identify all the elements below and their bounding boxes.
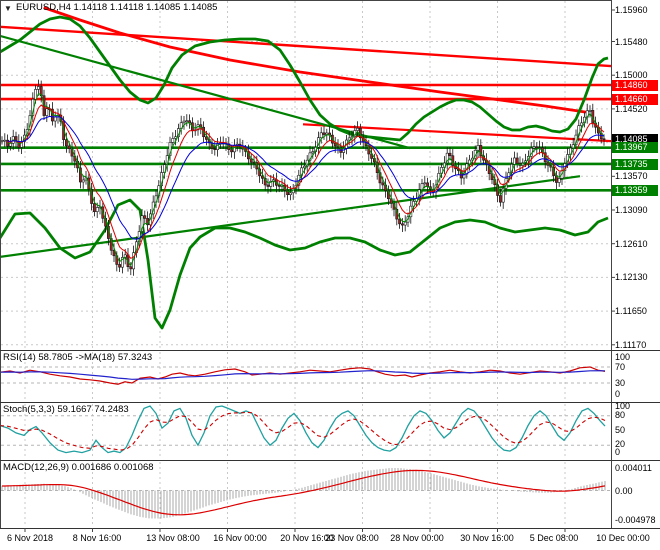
candle-body (381, 182, 385, 186)
candle-body (448, 152, 452, 157)
time-axis-label: 16 Nov 00:00 (213, 533, 267, 543)
candle-body (266, 184, 270, 187)
candle-body (213, 148, 217, 150)
trading-chart-window: ▼ EURUSD,H4 1.14118 1.14118 1.14085 1.14… (0, 0, 660, 550)
candle-body (53, 116, 57, 122)
time-axis-label: 13 Nov 08:00 (146, 533, 200, 543)
stoch-signal-line (0, 411, 606, 451)
price-badge: 1.14860 (612, 79, 658, 91)
candle-body (347, 137, 351, 141)
chart-title: EURUSD,H4 1.14118 1.14118 1.14085 1.1408… (16, 2, 218, 13)
candle-body (93, 203, 96, 212)
candle-body (602, 138, 606, 141)
candle-body (535, 146, 539, 149)
time-axis-label: 10 Dec 00:00 (596, 533, 650, 543)
stoch-panel-label: Stoch(5,3,3) 59.1667 74.2483 (3, 404, 129, 415)
price-badge: 1.13967 (612, 142, 658, 154)
candle-body (403, 221, 407, 226)
time-axis-label: 8 Nov 16:00 (72, 533, 122, 543)
price-axis-label: 1.12130 (615, 272, 648, 283)
candle-body (0, 140, 4, 142)
candle-body (498, 195, 502, 203)
stoch-scale-label: 0 (615, 447, 621, 457)
candle-body (476, 145, 480, 151)
price-axis-label: 1.14520 (615, 103, 648, 114)
price-badge: 1.13735 (612, 158, 658, 170)
price-axis-label: 1.13090 (615, 205, 648, 215)
price-axis-label: 1.13570 (615, 171, 648, 182)
stoch-scale-label: 50 (615, 425, 626, 435)
stoch-scale-label: 80 (615, 410, 626, 420)
time-axis-label: 28 Nov 00:00 (390, 533, 444, 543)
candle-body (398, 218, 402, 225)
price-axis-label: 1.12610 (615, 238, 648, 249)
candle-body (512, 157, 516, 165)
candle-body (95, 207, 99, 212)
candle-body (277, 185, 281, 187)
rsi-scale-label: 100 (615, 352, 631, 362)
candle-body (81, 179, 85, 183)
candle-body (356, 127, 360, 131)
candle-body (182, 120, 186, 124)
macd-scale-label: -0.004978 (615, 515, 656, 525)
candle-body (532, 146, 536, 149)
candle-body (319, 132, 323, 139)
rsi-panel-label: RSI(14) 58.7805 ->MA(18) 57.3243 (3, 352, 153, 363)
candle-body (557, 178, 561, 183)
rsi-scale-label: 0 (615, 389, 621, 399)
time-axis-label: 23 Nov 08:00 (325, 533, 379, 543)
candle-body (302, 165, 306, 169)
rsi-scale-label: 30 (615, 378, 626, 388)
candle-body (45, 108, 49, 116)
candle-body (36, 86, 40, 90)
candle-body (230, 149, 234, 153)
price-axis-label: 1.15480 (615, 36, 648, 47)
candle-body (129, 266, 133, 270)
thin-ma-red (7, 104, 605, 260)
price-badge: 1.13359 (612, 184, 658, 196)
candle-body (171, 138, 175, 143)
candle-body (143, 215, 147, 219)
candle-body (515, 157, 519, 164)
lower-band-line (0, 198, 609, 330)
candle-body (174, 136, 178, 139)
candle-body (580, 122, 584, 126)
macd-scale-label: 0.004011 (615, 463, 652, 473)
candle-body (288, 192, 292, 196)
macd-scale-label: 0.00 (615, 486, 633, 496)
symbol-dropdown-icon[interactable]: ▼ (4, 3, 12, 14)
macd-panel-label: MACD(12,26,9) 0.001686 0.001068 (3, 462, 154, 473)
price-axis-label: 1.15960 (615, 5, 648, 15)
price-axis-label: 1.11650 (615, 306, 647, 317)
candle-body (3, 139, 7, 142)
candle-body (423, 182, 427, 185)
time-axis-label: 6 Nov 2018 (6, 533, 54, 543)
price-axis-label: 1.11170 (615, 339, 647, 350)
rsi-scale-label: 70 (615, 362, 626, 372)
candle-body (311, 151, 315, 154)
upper-band-line (0, 15, 609, 142)
time-axis-label: 5 Dec 08:00 (529, 533, 579, 543)
price-badge: 1.14660 (612, 93, 658, 105)
candle-body (118, 264, 122, 268)
candle-body (322, 132, 326, 135)
candle-body (588, 110, 592, 112)
candle-body (67, 145, 71, 150)
candle-body (400, 223, 404, 226)
candle-body (185, 120, 189, 123)
time-axis-label: 30 Nov 16:00 (460, 533, 514, 543)
candle-body (65, 139, 68, 147)
